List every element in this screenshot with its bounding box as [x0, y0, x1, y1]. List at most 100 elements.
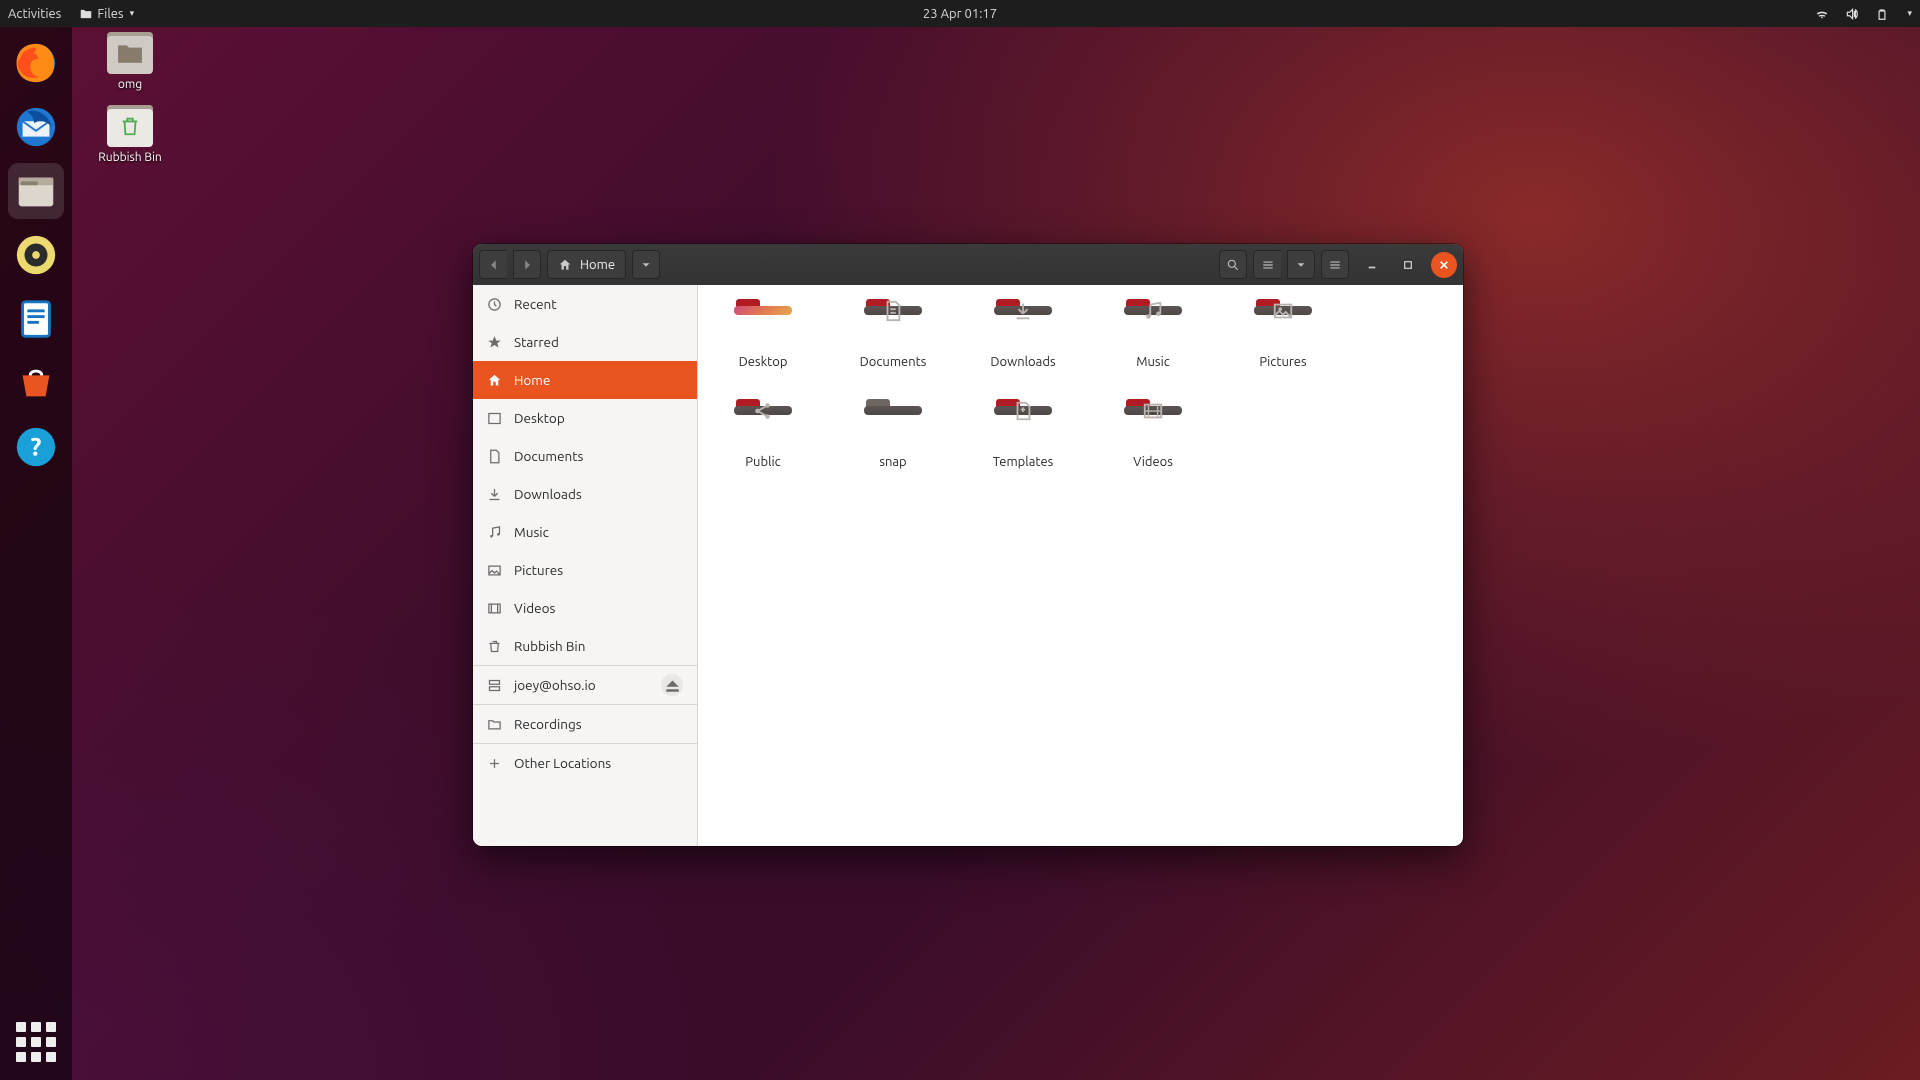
folder-documents[interactable]: Documents — [848, 299, 938, 369]
sidebar-item-label: Pictures — [514, 562, 563, 578]
pictures-icon — [1272, 300, 1294, 322]
sidebar-other-locations[interactable]: Other Locations — [473, 744, 697, 782]
sidebar-rubbish[interactable]: Rubbish Bin — [473, 627, 697, 665]
dock-show-apps[interactable] — [8, 1014, 64, 1070]
music-icon — [1142, 300, 1164, 322]
folder-downloads[interactable]: Downloads — [978, 299, 1068, 369]
sidebar-recordings[interactable]: Recordings — [473, 705, 697, 743]
sidebar-item-label: Desktop — [514, 410, 565, 426]
folder-icon — [487, 717, 502, 732]
sidebar-starred[interactable]: Starred — [473, 323, 697, 361]
sidebar-item-label: Rubbish Bin — [514, 638, 585, 654]
hamburger-button[interactable] — [1321, 250, 1349, 279]
music-icon — [487, 525, 502, 540]
dock-thunderbird[interactable] — [8, 99, 64, 155]
sidebar-desktop[interactable]: Desktop — [473, 399, 697, 437]
forward-button[interactable] — [513, 250, 541, 279]
desktop-icons: omg Rubbish Bin — [80, 32, 180, 164]
share-icon — [752, 400, 774, 422]
folder-label: Downloads — [990, 355, 1055, 369]
chevron-down-icon — [1294, 258, 1308, 272]
server-icon — [487, 678, 502, 693]
desktop-rubbish-bin[interactable]: Rubbish Bin — [80, 105, 180, 164]
activities-button[interactable]: Activities — [8, 7, 61, 21]
view-options-button[interactable] — [1287, 250, 1315, 279]
sidebar: Recent Starred Home Desktop Documents Do… — [473, 285, 698, 846]
sidebar-home[interactable]: Home — [473, 361, 697, 399]
network-icon[interactable] — [1815, 7, 1829, 21]
desktop-folder-omg[interactable]: omg — [80, 32, 180, 91]
close-icon — [1439, 260, 1449, 270]
sidebar-item-label: Documents — [514, 448, 583, 464]
sidebar-item-label: Downloads — [514, 486, 582, 502]
sidebar-downloads[interactable]: Downloads — [473, 475, 697, 513]
path-label: Home — [580, 258, 615, 272]
download-icon — [487, 487, 502, 502]
desktop-icon — [487, 411, 502, 426]
search-button[interactable] — [1219, 250, 1247, 279]
folder-icon — [79, 7, 93, 21]
battery-icon[interactable] — [1875, 7, 1889, 21]
folder-pictures[interactable]: Pictures — [1238, 299, 1328, 369]
dock-rhythmbox[interactable] — [8, 227, 64, 283]
thunderbird-icon — [13, 104, 59, 150]
software-icon — [13, 360, 59, 406]
headerbar[interactable]: Home — [473, 244, 1463, 285]
volume-icon[interactable] — [1845, 7, 1859, 21]
sidebar-item-label: Music — [514, 524, 549, 540]
folder-templates[interactable]: Templates — [978, 399, 1068, 469]
dock-files[interactable] — [8, 163, 64, 219]
trash-icon — [107, 105, 153, 147]
clock[interactable]: 23 Apr 01:17 — [923, 7, 997, 21]
folder-public[interactable]: Public — [718, 399, 808, 469]
path-dropdown-button[interactable] — [632, 250, 660, 279]
templates-icon — [1012, 400, 1034, 422]
firefox-icon — [13, 40, 59, 86]
maximize-button[interactable] — [1395, 252, 1421, 278]
dock-firefox[interactable] — [8, 35, 64, 91]
dock-writer[interactable] — [8, 291, 64, 347]
folder-label: snap — [879, 455, 906, 469]
sidebar-recent[interactable]: Recent — [473, 285, 697, 323]
app-menu[interactable]: Files ▾ — [79, 7, 134, 21]
folder-desktop[interactable]: Desktop — [718, 299, 808, 369]
chevron-down-icon — [639, 258, 653, 272]
minimize-button[interactable] — [1359, 252, 1385, 278]
sidebar-pictures[interactable]: Pictures — [473, 551, 697, 589]
star-icon — [487, 335, 502, 350]
plus-icon — [487, 756, 502, 771]
dock-software[interactable] — [8, 355, 64, 411]
close-button[interactable] — [1431, 252, 1457, 278]
dock-help[interactable]: ? — [8, 419, 64, 475]
desktop-item-label: omg — [118, 78, 142, 91]
sidebar-webdav[interactable]: joey@ohso.io — [473, 666, 697, 704]
folder-label: Documents — [860, 355, 927, 369]
dock: ? — [0, 27, 72, 1080]
chevron-down-icon: ▾ — [130, 8, 135, 19]
folder-view[interactable]: Desktop Documents Downloads Music Pictur… — [698, 285, 1463, 846]
path-bar[interactable]: Home — [547, 250, 626, 279]
trash-icon — [487, 639, 502, 654]
folder-label: Desktop — [739, 355, 788, 369]
system-menu-chevron-icon[interactable]: ▾ — [1907, 8, 1912, 19]
sidebar-videos[interactable]: Videos — [473, 589, 697, 627]
chevron-left-icon — [487, 258, 501, 272]
sidebar-documents[interactable]: Documents — [473, 437, 697, 475]
back-button[interactable] — [479, 250, 507, 279]
sidebar-item-label: joey@ohso.io — [514, 677, 596, 693]
videos-icon — [487, 601, 502, 616]
folder-label: Public — [745, 455, 780, 469]
document-icon — [882, 300, 904, 322]
folder-label: Templates — [993, 455, 1054, 469]
home-icon — [558, 258, 572, 272]
writer-icon — [13, 296, 59, 342]
top-bar: Activities Files ▾ 23 Apr 01:17 ▾ — [0, 0, 1920, 27]
sidebar-music[interactable]: Music — [473, 513, 697, 551]
folder-music[interactable]: Music — [1108, 299, 1198, 369]
eject-button[interactable] — [661, 674, 683, 696]
folder-snap[interactable]: snap — [848, 399, 938, 469]
list-view-button[interactable] — [1253, 250, 1281, 279]
sidebar-item-label: Recordings — [514, 716, 582, 732]
minimize-icon — [1367, 260, 1377, 270]
folder-videos[interactable]: Videos — [1108, 399, 1198, 469]
